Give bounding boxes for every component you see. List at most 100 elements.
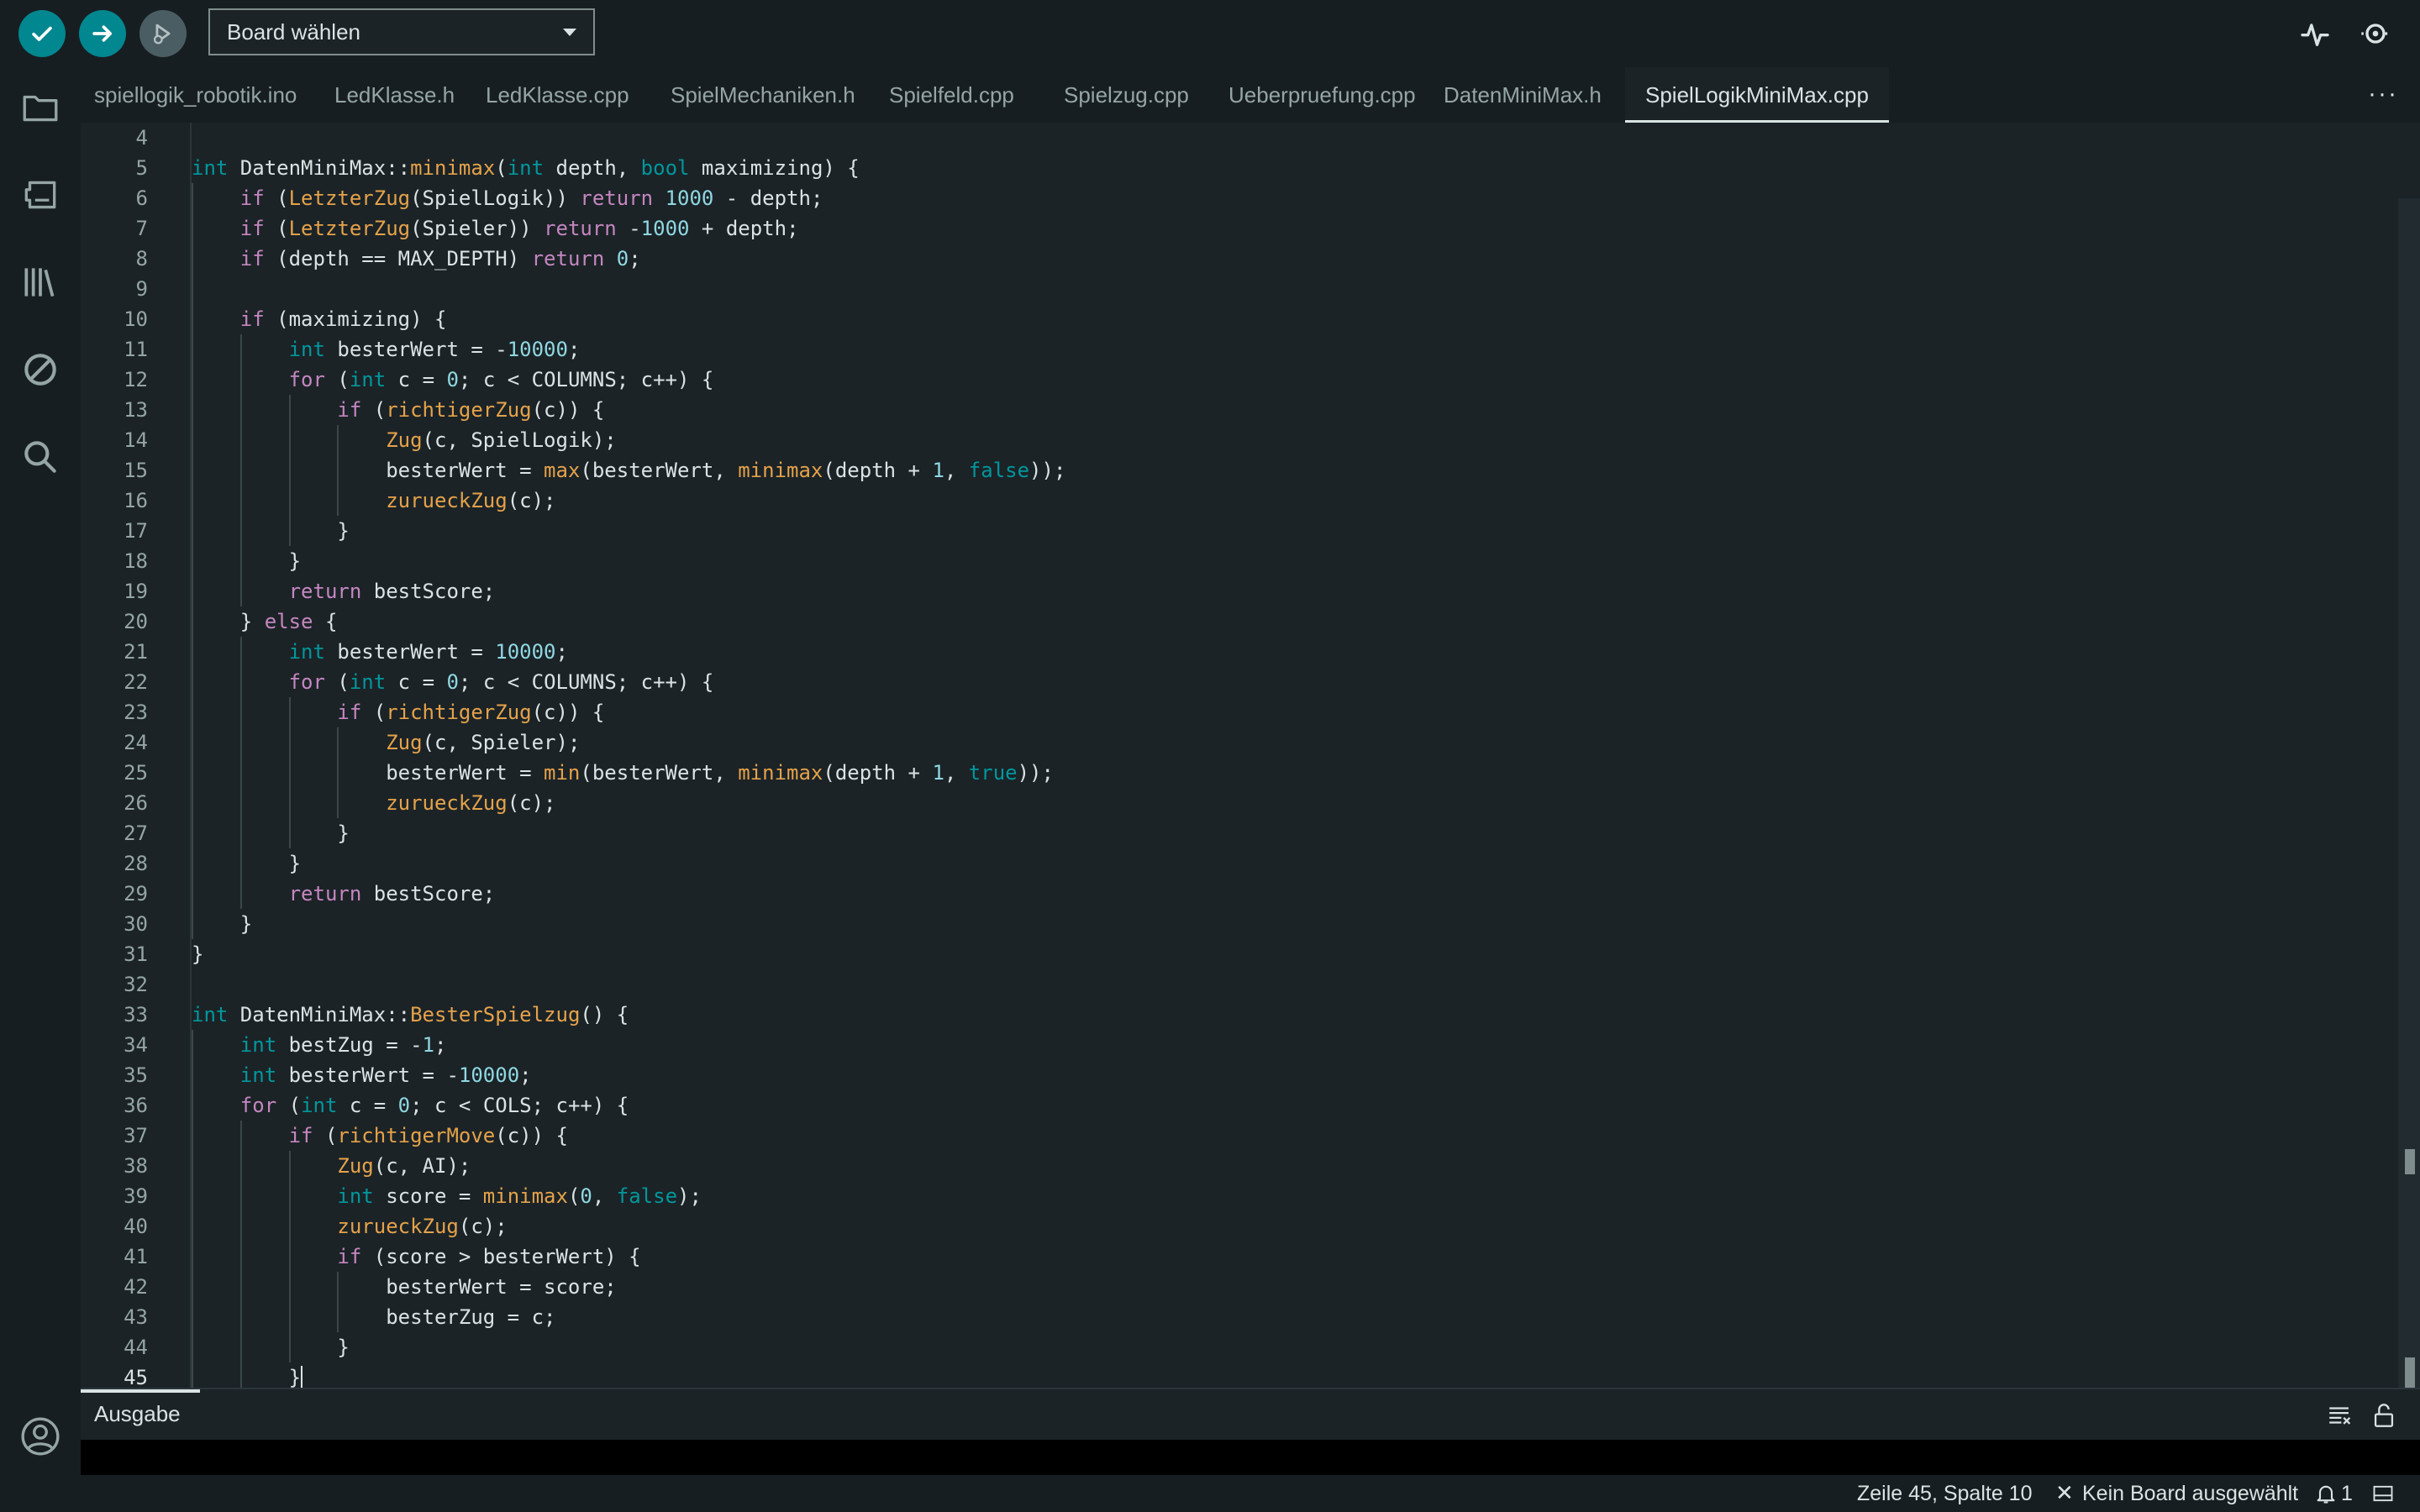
line-number: 7 bbox=[135, 217, 148, 240]
line-code: if (LetzterZug(SpielLogik)) return 1000 … bbox=[239, 186, 823, 210]
serial-monitor-button[interactable] bbox=[2355, 13, 2396, 54]
line-code: for (int c = 0; c < COLUMNS; c++) { bbox=[288, 368, 714, 391]
status-bar: Zeile 45, Spalte 10 ✕ Kein Board ausgewä… bbox=[0, 1475, 2420, 1512]
account-icon bbox=[21, 1417, 60, 1456]
editor-scrollbar[interactable] bbox=[2398, 198, 2420, 1388]
line-number: 26 bbox=[124, 791, 148, 815]
code-line: 29 return bestScore; bbox=[81, 879, 2349, 909]
line-number: 8 bbox=[135, 247, 148, 270]
account-button[interactable] bbox=[18, 1415, 62, 1458]
library-manager-button[interactable] bbox=[18, 260, 62, 304]
line-code: } bbox=[192, 822, 350, 845]
line-number: 17 bbox=[124, 519, 148, 543]
bell-icon[interactable] bbox=[2314, 1482, 2338, 1505]
code-line: 16 zurueckZug(c); bbox=[81, 486, 2349, 516]
board-status[interactable]: Kein Board ausgewählt bbox=[2082, 1482, 2298, 1506]
code-line: 5 int DatenMiniMax::minimax(int depth, bo… bbox=[81, 153, 2349, 183]
code-line: 11 int besterWert = -10000; bbox=[81, 334, 2349, 365]
line-number: 6 bbox=[135, 186, 148, 210]
line-number: 14 bbox=[124, 428, 148, 452]
line-code: } bbox=[192, 519, 350, 543]
tab-ledklasse-h[interactable]: LedKlasse.h bbox=[321, 67, 468, 123]
code-line: 33 int DatenMiniMax::BesterSpielzug() { bbox=[81, 1000, 2349, 1030]
code-line: 22 for (int c = 0; c < COLUMNS; c++) { bbox=[81, 667, 2349, 697]
more-tabs-button[interactable]: ··· bbox=[2368, 81, 2398, 107]
code-line: 39 int score = minimax(0, false); bbox=[81, 1181, 2349, 1211]
line-number: 34 bbox=[124, 1033, 148, 1057]
line-code: for (int c = 0; c < COLS; c++) { bbox=[239, 1094, 629, 1117]
code-line: 13 if (richtigerZug(c)) { bbox=[81, 395, 2349, 425]
line-number: 44 bbox=[124, 1336, 148, 1359]
tab-spielmechaniken-h[interactable]: SpielMechaniken.h bbox=[657, 67, 869, 123]
line-code: } bbox=[192, 852, 302, 875]
line-code: Zug(c, Spieler); bbox=[386, 731, 581, 754]
code-line: 4 bbox=[81, 123, 2349, 153]
output-console[interactable] bbox=[81, 1440, 2420, 1475]
code-line: 6 if (LetzterZug(SpielLogik)) return 100… bbox=[81, 183, 2349, 213]
tab-datenminimax-h[interactable]: DatenMiniMax.h bbox=[1430, 67, 1615, 123]
code-line: 7 if (LetzterZug(Spieler)) return -1000 … bbox=[81, 213, 2349, 244]
line-number: 24 bbox=[124, 731, 148, 754]
code-line: 15 besterWert = max(besterWert, minimax(… bbox=[81, 455, 2349, 486]
serial-monitor-icon bbox=[2361, 24, 2390, 44]
code-line: 19 return bestScore; bbox=[81, 576, 2349, 606]
code-line: 25 besterWert = min(besterWert, minimax(… bbox=[81, 758, 2349, 788]
line-code: besterZug = c; bbox=[192, 1305, 556, 1329]
board-select-dropdown[interactable]: Board wählen bbox=[208, 8, 595, 55]
folder-icon bbox=[23, 95, 58, 122]
line-code: Zug(c, SpielLogik); bbox=[386, 428, 617, 452]
code-line: 24 Zug(c, Spieler); bbox=[81, 727, 2349, 758]
line-number: 21 bbox=[124, 640, 148, 664]
line-code: besterWert = min(besterWert, minimax(dep… bbox=[192, 761, 1054, 785]
line-number: 45 bbox=[124, 1366, 148, 1388]
chevron-down-icon bbox=[563, 28, 576, 36]
tab-ueberpruefung-cpp[interactable]: Ueberpruefung.cpp bbox=[1215, 67, 1429, 123]
debug-panel-button[interactable] bbox=[18, 348, 62, 391]
line-code: if (LetzterZug(Spieler)) return -1000 + … bbox=[239, 217, 799, 240]
serial-plotter-button[interactable] bbox=[2295, 13, 2335, 54]
line-number: 43 bbox=[124, 1305, 148, 1329]
code-line: 9 bbox=[81, 274, 2349, 304]
tab-spielfeld-cpp[interactable]: Spielfeld.cpp bbox=[876, 67, 1028, 123]
code-editor[interactable]: 45 int DatenMiniMax::minimax(int depth, b… bbox=[81, 123, 2420, 1388]
line-code: int besterWert = -10000; bbox=[288, 338, 581, 361]
line-code: return bestScore; bbox=[288, 580, 496, 603]
line-code: } bbox=[192, 1336, 350, 1359]
cursor-position[interactable]: Zeile 45, Spalte 10 bbox=[1857, 1482, 2032, 1506]
tab-spiellogik-robotik-ino[interactable]: spiellogik_robotik.ino bbox=[81, 67, 310, 123]
code-line: 20 } else { bbox=[81, 606, 2349, 637]
tab-ledklasse-cpp[interactable]: LedKlasse.cpp bbox=[472, 67, 643, 123]
line-code: Zug(c, AI); bbox=[337, 1154, 471, 1178]
close-icon: ✕ bbox=[2055, 1480, 2074, 1505]
line-number: 4 bbox=[135, 126, 148, 150]
search-button[interactable] bbox=[18, 435, 62, 479]
line-number: 20 bbox=[124, 610, 148, 633]
code-line: 10 if (maximizing) { bbox=[81, 304, 2349, 334]
code-line: 31} bbox=[81, 939, 2349, 969]
activity-bar bbox=[0, 67, 81, 1512]
line-code: besterWert = max(besterWert, minimax(dep… bbox=[192, 459, 1066, 482]
scroll-lock-icon[interactable] bbox=[2370, 1401, 2398, 1430]
output-tab[interactable]: Ausgabe bbox=[94, 1401, 181, 1427]
sketchbook-button[interactable] bbox=[18, 86, 62, 129]
tab-spiellogikminimax-cpp[interactable]: SpielLogikMiniMax.cpp bbox=[1625, 67, 1889, 123]
code-line: 40 zurueckZug(c); bbox=[81, 1211, 2349, 1242]
line-code: zurueckZug(c); bbox=[386, 489, 556, 512]
debug-button[interactable] bbox=[139, 10, 187, 57]
code-line: 26 zurueckZug(c); bbox=[81, 788, 2349, 818]
scrollbar-thumb[interactable] bbox=[2405, 1149, 2415, 1174]
boards-manager-button[interactable] bbox=[18, 173, 62, 217]
line-number: 37 bbox=[124, 1124, 148, 1147]
serial-plotter-icon bbox=[2301, 24, 2329, 46]
line-number: 13 bbox=[124, 398, 148, 422]
tab-spielzug-cpp[interactable]: Spielzug.cpp bbox=[1050, 67, 1202, 123]
line-number: 38 bbox=[124, 1154, 148, 1178]
verify-button[interactable] bbox=[18, 10, 66, 57]
toggle-panel-icon[interactable] bbox=[2371, 1482, 2395, 1505]
line-number: 12 bbox=[124, 368, 148, 391]
line-code: int DatenMiniMax::BesterSpielzug() { bbox=[192, 1003, 629, 1026]
line-number: 27 bbox=[124, 822, 148, 845]
upload-button[interactable] bbox=[79, 10, 126, 57]
clear-output-icon[interactable] bbox=[2326, 1401, 2354, 1430]
